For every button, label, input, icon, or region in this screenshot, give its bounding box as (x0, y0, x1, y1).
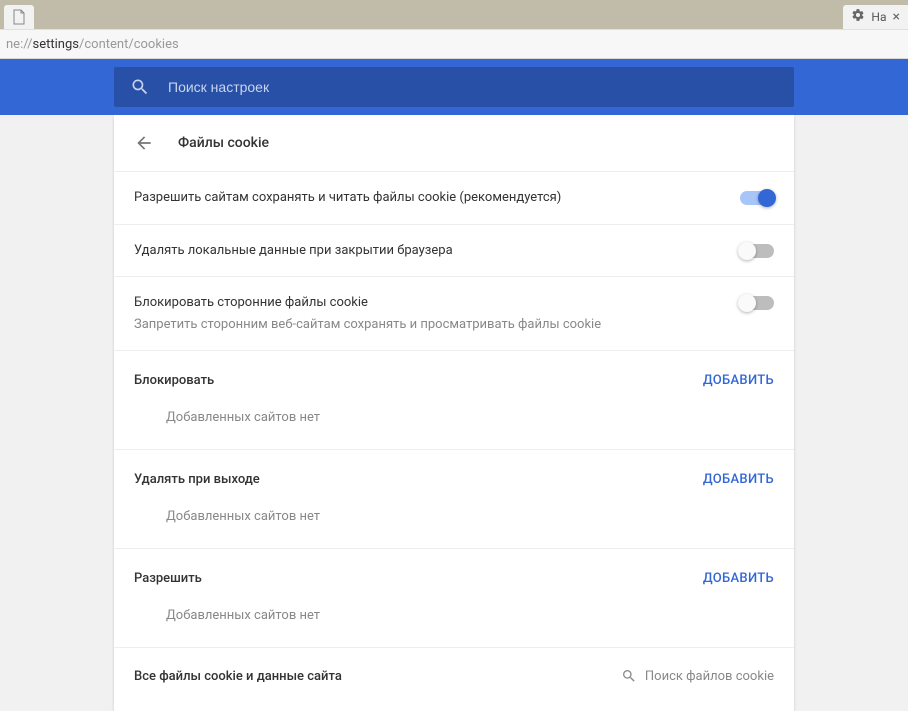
card-header: Файлы cookie (114, 115, 794, 171)
toggle-block-third-party[interactable] (740, 296, 774, 310)
section-allow: Разрешить ДОБАВИТЬ (114, 548, 794, 596)
add-button[interactable]: ДОБАВИТЬ (703, 472, 774, 487)
arrow-left-icon (134, 133, 154, 153)
page-title: Файлы cookie (178, 135, 269, 151)
browser-tab[interactable] (4, 5, 34, 29)
empty-message: Добавленных сайтов нет (114, 398, 794, 449)
toggle-allow-cookies[interactable] (740, 191, 774, 205)
settings-card: Файлы cookie Разрешить сайтам сохранять … (114, 115, 794, 711)
url-host: settings (33, 37, 79, 52)
add-button[interactable]: ДОБАВИТЬ (703, 373, 774, 388)
setting-label: Блокировать сторонние файлы cookie (134, 293, 720, 313)
file-icon (12, 9, 26, 25)
settings-search-bar[interactable] (114, 67, 794, 107)
empty-message: Добавленных сайтов нет (114, 497, 794, 548)
section-title: Удалять при выходе (134, 472, 260, 487)
close-icon[interactable]: × (893, 9, 900, 25)
empty-message: Добавленных сайтов нет (114, 596, 794, 647)
tab-strip: На × (0, 0, 908, 29)
all-cookies-row[interactable]: Все файлы cookie и данные сайта Поиск фа… (114, 647, 794, 688)
setting-label: Разрешить сайтам сохранять и читать файл… (134, 188, 720, 208)
setting-allow-cookies[interactable]: Разрешить сайтам сохранять и читать файл… (114, 171, 794, 224)
section-title: Разрешить (134, 571, 202, 586)
setting-sublabel: Запретить сторонним веб-сайтам сохранять… (134, 315, 720, 335)
setting-block-third-party[interactable]: Блокировать сторонние файлы cookie Запре… (114, 276, 794, 350)
add-button[interactable]: ДОБАВИТЬ (703, 571, 774, 586)
all-cookies-label: Все файлы cookie и данные сайта (134, 669, 342, 684)
gear-icon (851, 8, 865, 26)
browser-tab-settings[interactable]: На × (843, 5, 908, 29)
section-title: Блокировать (134, 373, 214, 388)
cookie-search[interactable]: Поиск файлов cookie (621, 668, 774, 684)
page-body: Файлы cookie Разрешить сайтам сохранять … (0, 115, 908, 711)
toggle-delete-on-close[interactable] (740, 244, 774, 258)
setting-label: Удалять локальные данные при закрытии бр… (134, 241, 720, 261)
settings-header (0, 59, 908, 115)
back-button[interactable] (134, 133, 154, 153)
tab-label: На (871, 10, 886, 24)
cookie-search-placeholder: Поиск файлов cookie (645, 669, 774, 684)
url-prefix: ne:// (6, 37, 33, 52)
search-icon (130, 77, 150, 97)
search-icon (621, 668, 637, 684)
url-bar[interactable]: ne://settings/content/cookies (0, 29, 908, 59)
settings-search-input[interactable] (168, 79, 778, 95)
url-path: /content/cookies (79, 37, 179, 52)
section-clear-on-exit: Удалять при выходе ДОБАВИТЬ (114, 449, 794, 497)
setting-delete-on-close[interactable]: Удалять локальные данные при закрытии бр… (114, 224, 794, 277)
section-block: Блокировать ДОБАВИТЬ (114, 350, 794, 398)
